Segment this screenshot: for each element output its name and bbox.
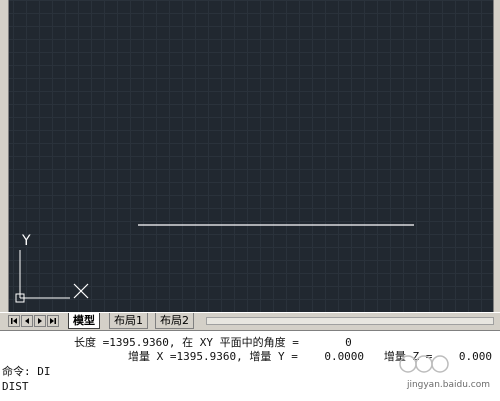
command-history-prompt: 命令: DI [2, 365, 51, 378]
vertical-scrollbar[interactable] [493, 0, 500, 312]
command-output-length: 长度 =1395.9360, 在 XY 平面中的角度 = 0 [74, 336, 352, 349]
ucs-y-label: Y [21, 233, 31, 249]
last-tab-button[interactable] [47, 315, 59, 327]
first-tab-icon [11, 318, 17, 324]
command-input-line[interactable]: DIST [2, 380, 29, 394]
ucs-icon: Y [15, 233, 89, 303]
layout-tab-bar: 模型 布局1 布局2 [0, 312, 500, 331]
drawing-canvas[interactable]: Y [0, 0, 500, 312]
next-tab-button[interactable] [34, 315, 46, 327]
tab-model[interactable]: 模型 [68, 313, 100, 329]
tab-layout1[interactable]: 布局1 [109, 313, 148, 329]
prev-tab-button[interactable] [21, 315, 33, 327]
first-tab-button[interactable] [8, 315, 20, 327]
x-axis-marker-icon [73, 283, 89, 299]
tab-layout2[interactable]: 布局2 [155, 313, 194, 329]
prev-tab-icon [25, 318, 29, 324]
drawing-viewport[interactable]: Y [0, 0, 500, 312]
viewport-left-border [0, 0, 9, 312]
horizontal-scrollbar[interactable] [206, 317, 494, 325]
last-tab-icon [50, 318, 56, 324]
next-tab-icon [38, 318, 42, 324]
baidu-watermark-logo [399, 355, 449, 373]
watermark-site-text: jingyan.baidu.com [406, 380, 490, 390]
